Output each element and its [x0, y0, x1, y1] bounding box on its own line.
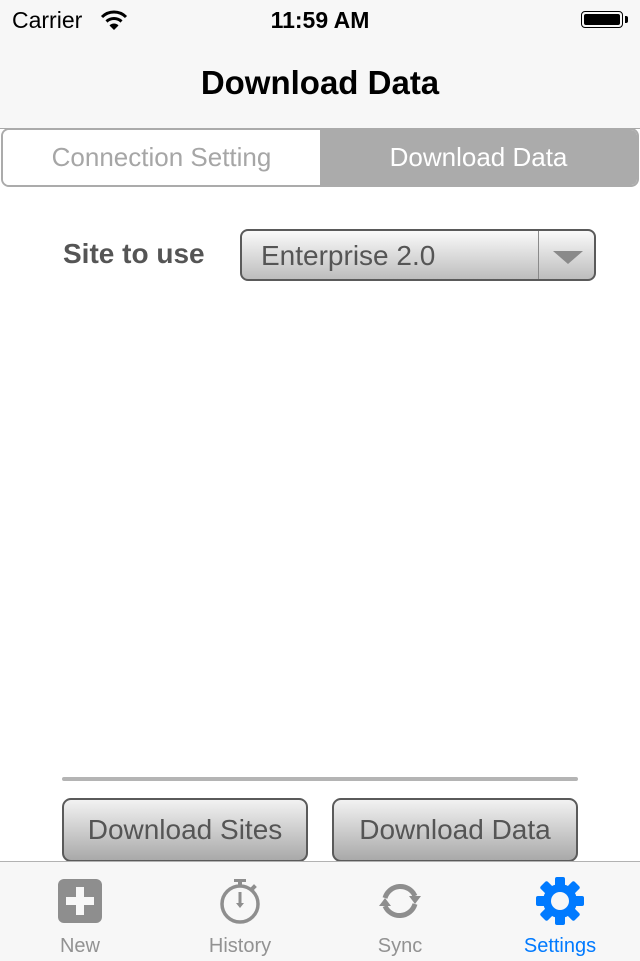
navigation-bar: Download Data: [0, 40, 640, 129]
chevron-down-icon: [553, 251, 583, 264]
tab-sync[interactable]: Sync: [320, 862, 480, 961]
tab-label: Settings: [523, 935, 597, 957]
tab-label: Sync: [377, 935, 423, 957]
download-data-button[interactable]: Download Data: [332, 798, 578, 862]
site-dropdown[interactable]: Enterprise 2.0: [240, 229, 596, 281]
page-title: Download Data: [200, 64, 440, 101]
clock: 11:59 AM: [270, 7, 370, 33]
tab-settings[interactable]: Settings: [480, 862, 640, 961]
tab-new[interactable]: New: [0, 862, 160, 961]
battery-level: [584, 14, 620, 25]
site-dropdown-value: Enterprise 2.0: [261, 240, 436, 271]
status-bar: Carrier 11:59 AM: [0, 0, 640, 40]
stopwatch-icon: [220, 879, 260, 924]
gear-icon: [536, 877, 584, 925]
battery-nub: [625, 16, 628, 23]
tab-label: History: [208, 935, 272, 957]
sync-icon: [379, 884, 421, 918]
site-label: Site to use: [63, 238, 205, 269]
battery-icon: [581, 11, 623, 28]
tab-history[interactable]: History: [160, 862, 320, 961]
download-sites-button[interactable]: Download Sites: [62, 798, 308, 862]
segment-connection-setting[interactable]: Connection Setting: [3, 130, 320, 185]
dropdown-divider: [538, 231, 539, 279]
segmented-control: Connection Setting Download Data: [1, 128, 639, 187]
plus-square-icon: [58, 879, 102, 923]
tab-label: New: [59, 935, 100, 957]
segment-download-data[interactable]: Download Data: [320, 130, 637, 185]
tab-bar: New History Sync Settings: [0, 861, 640, 961]
download-progress-bar: [62, 777, 578, 781]
